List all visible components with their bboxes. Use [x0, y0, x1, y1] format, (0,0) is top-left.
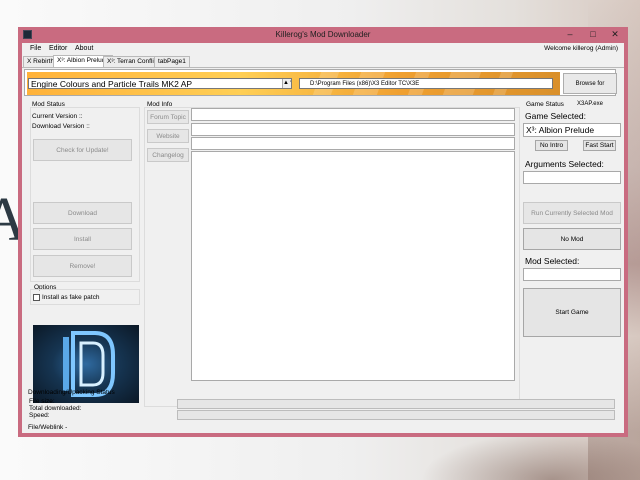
mod-select-dropdown[interactable]: Engine Colours and Particle Trails MK2 A…	[28, 78, 292, 89]
welcome-text: Welcome killerog (Admin)	[544, 45, 618, 52]
forum-topic-button[interactable]: Forum Topic	[147, 110, 189, 124]
download-progress-bar	[177, 399, 615, 409]
download-status-title: Downloading/Upacking Status	[28, 389, 115, 396]
close-button[interactable]: ✕	[603, 27, 627, 41]
menu-file[interactable]: File	[27, 43, 44, 55]
fast-start-button[interactable]: Fast Start	[583, 140, 616, 151]
arguments-label: Arguments Selected:	[525, 159, 604, 169]
file-weblink-label: File/Weblink -	[28, 424, 68, 431]
website-button[interactable]: Website	[147, 129, 189, 143]
window-title: Killerog's Mod Downloader	[275, 30, 371, 39]
total-downloaded-label: Total downloaded:	[29, 405, 82, 412]
speed-label: Speed:	[29, 412, 50, 419]
arguments-field[interactable]	[523, 171, 621, 184]
browse-button[interactable]: Browse for X3AP.exe	[563, 73, 617, 107]
changelog-link-field[interactable]	[191, 137, 515, 150]
minimize-button[interactable]: –	[558, 27, 582, 41]
check-update-button[interactable]: Check for Update!	[33, 139, 132, 161]
chevron-down-icon[interactable]: ▲▼	[282, 79, 291, 88]
title-bar[interactable]: Killerog's Mod Downloader – □ ✕	[18, 27, 628, 43]
current-version-label: Current Version ::	[32, 113, 83, 120]
fake-patch-checkbox[interactable]	[33, 294, 40, 301]
download-version-label: Download Version ::	[32, 123, 90, 130]
no-intro-button[interactable]: No Intro	[535, 140, 568, 151]
run-selected-mod-button[interactable]: Run Currently Selected Mod	[523, 202, 621, 224]
start-game-button[interactable]: Start Game	[523, 288, 621, 337]
unpack-progress-bar	[177, 410, 615, 420]
game-status-title: Game Status	[526, 101, 564, 108]
fake-patch-label: Install as fake patch	[42, 294, 100, 301]
changelog-button[interactable]: Changelog	[147, 148, 189, 162]
banner-panel: Engine Colours and Particle Trails MK2 A…	[24, 69, 617, 107]
forum-topic-field[interactable]	[191, 108, 515, 121]
tab-divider	[22, 67, 624, 68]
game-selected-field[interactable]: X³: Albion Prelude	[523, 123, 621, 137]
app-window: Killerog's Mod Downloader – □ ✕ File Edi…	[18, 27, 628, 437]
maximize-button[interactable]: □	[581, 27, 605, 41]
file-size-label: File size:	[29, 398, 55, 405]
client-area: File Editor About Welcome killerog (Admi…	[22, 43, 624, 433]
mod-selected-label: Mod Selected:	[525, 256, 580, 266]
website-field[interactable]	[191, 123, 515, 136]
changelog-textarea[interactable]	[191, 151, 515, 381]
no-mod-button[interactable]: No Mod	[523, 228, 621, 250]
desktop-wallpaper-figure-lower	[420, 432, 640, 480]
game-selected-label: Game Selected:	[525, 111, 586, 121]
mod-select-value: Engine Colours and Particle Trails MK2 A…	[31, 79, 193, 89]
menu-editor[interactable]: Editor	[46, 43, 70, 55]
game-path-field[interactable]: D:\Program Files (x86)\X3 Editor TC\X3E	[299, 78, 553, 89]
install-button[interactable]: Install	[33, 228, 132, 250]
tab-page1[interactable]: tabPage1	[154, 56, 190, 67]
mod-selected-field[interactable]	[523, 268, 621, 281]
download-button[interactable]: Download	[33, 202, 132, 224]
remove-button[interactable]: Remove!	[33, 255, 132, 277]
menu-about[interactable]: About	[72, 43, 96, 55]
